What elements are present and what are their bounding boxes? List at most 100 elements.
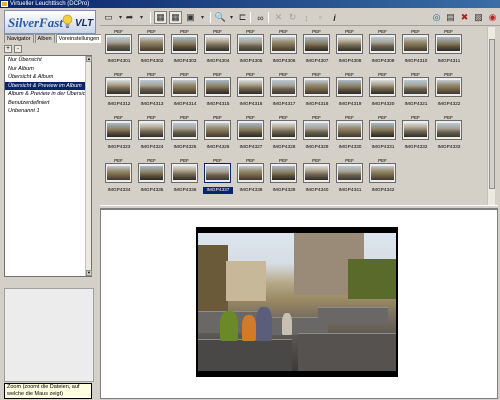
thumbnail[interactable]: PEF IMGP4314 [169,72,200,111]
thumbnail[interactable]: PEF IMGP4305 [235,29,266,68]
list-item[interactable]: Album & Preview in der Übersicht [5,90,91,99]
thumbnail[interactable]: PEF IMGP4337 [202,158,233,197]
thumbnail[interactable]: PEF IMGP4342 [367,158,398,197]
thumbnail[interactable]: PEF IMGP4339 [268,158,299,197]
thumbnail[interactable]: PEF IMGP4330 [334,115,365,154]
lightbulb-icon [62,14,73,28]
thumbnail[interactable]: PEF IMGP4319 [334,72,365,111]
format-icon[interactable]: ≡ [314,11,327,24]
list-item[interactable]: Übersicht & Preview im Album [5,81,91,90]
thumbnail[interactable]: PEF IMGP4315 [202,72,233,111]
list-item[interactable]: Übersicht & Album [5,73,91,82]
thumbnail-frame [435,77,462,97]
scroll-down-icon[interactable]: ▼ [86,270,92,276]
list-item[interactable]: Nur Übersicht [5,56,91,65]
sort-icon[interactable]: ↕ [300,11,313,24]
thumbnail-image [305,80,328,94]
thumbnail[interactable]: PEF IMGP4341 [334,158,365,197]
thumbnail[interactable]: PEF IMGP4336 [169,158,200,197]
thumbnail-frame [336,34,363,54]
thumbnail[interactable]: PEF IMGP4301 [103,29,134,68]
add-preset-button[interactable]: + [4,45,12,53]
dropdown-arrow-icon[interactable]: ▾ [196,11,209,24]
globe-icon[interactable]: ◎ [430,11,443,24]
list-item[interactable]: Nur Album [5,65,91,74]
thumbnail[interactable]: PEF IMGP4306 [268,29,299,68]
dropdown-arrow-icon[interactable]: ▾ [135,11,148,24]
thumbnail-image [239,123,262,137]
image-icon[interactable]: ▨ [472,11,485,24]
tab-voreinstellungen[interactable]: Voreinstellungen [55,34,103,43]
thumbnail[interactable]: PEF IMGP4332 [400,115,431,154]
thumbnail-frame [171,120,198,140]
list-scrollbar[interactable]: ▲ ▼ [85,56,92,276]
thumbnail[interactable]: PEF IMGP4318 [301,72,332,111]
thumbnail-image [437,80,460,94]
thumbnail[interactable]: PEF IMGP4313 [136,72,167,111]
thumbnail[interactable]: PEF IMGP4320 [367,72,398,111]
thumbnail-image [206,123,229,137]
thumbnail[interactable]: PEF IMGP4309 [367,29,398,68]
thumbnail-filename: IMGP4318 [302,101,332,108]
remove-preset-button[interactable]: - [14,45,22,53]
thumbnail[interactable]: PEF IMGP4323 [103,115,134,154]
thumbnail[interactable]: PEF IMGP4312 [103,72,134,111]
thumbnail[interactable]: PEF IMGP4340 [301,158,332,197]
thumbnail[interactable]: PEF IMGP4311 [433,29,464,68]
clipboard-icon[interactable]: ▤ [444,11,457,24]
thumbnail[interactable]: PEF IMGP4321 [400,72,431,111]
thumbnail[interactable]: PEF IMGP4303 [169,29,200,68]
thumbnail[interactable]: PEF IMGP4310 [400,29,431,68]
stele [298,333,396,371]
photo-scene [198,233,396,371]
thumbnail-frame [138,163,165,183]
thumbnail[interactable]: PEF IMGP4333 [433,115,464,154]
rotate-icon[interactable]: ↻ [286,11,299,24]
crop-icon[interactable]: ⊏ [236,11,249,24]
thumbnail[interactable]: PEF IMGP4316 [235,72,266,111]
thumbnail[interactable]: PEF IMGP4302 [136,29,167,68]
tab-navigator[interactable]: Navigator [4,34,34,43]
scrollbar-thumb[interactable] [489,39,495,189]
list-item[interactable]: Unbenannt 1 [5,107,91,116]
thumbnail[interactable]: PEF IMGP4329 [301,115,332,154]
thumbnail[interactable]: PEF IMGP4334 [103,158,134,197]
thumbnail[interactable]: PEF IMGP4307 [301,29,332,68]
thumbnail-image [437,37,460,51]
thumbnail-frame [270,163,297,183]
thumbnail[interactable]: PEF IMGP4304 [202,29,233,68]
thumbnail[interactable]: PEF IMGP4335 [136,158,167,197]
preview-photo[interactable] [196,227,398,377]
grid-scrollbar[interactable] [487,27,495,205]
thumbnail-filename: IMGP4315 [203,101,233,108]
thumbnail[interactable]: PEF IMGP4325 [169,115,200,154]
thumbnail[interactable]: PEF IMGP4327 [235,115,266,154]
thumbnail[interactable]: PEF IMGP4322 [433,72,464,111]
scroll-up-icon[interactable]: ▲ [86,56,92,62]
thumbnail[interactable]: PEF IMGP4308 [334,29,365,68]
thumbnail[interactable]: PEF IMGP4324 [136,115,167,154]
grid-small-icon[interactable]: ▦ [154,11,167,24]
thumbnail-filename: IMGP4314 [170,101,200,108]
thumbnail-image [272,37,295,51]
info-icon[interactable]: i [328,11,341,24]
list-item[interactable]: Benutzerdefiniert [5,99,91,108]
thumbnail[interactable]: PEF IMGP4317 [268,72,299,111]
grid-large-icon[interactable]: ▦ [169,11,182,24]
preset-buttons: + - [4,45,24,53]
eye-icon[interactable]: ◉ [486,11,499,24]
thumbnail-filename: IMGP4340 [302,187,332,194]
thumbnail[interactable]: PEF IMGP4331 [367,115,398,154]
thumbnail-image [173,80,196,94]
thumbnail[interactable]: PEF IMGP4338 [235,158,266,197]
tab-alben[interactable]: Alben [34,34,55,43]
delete-icon[interactable]: ✖ [458,11,471,24]
thumbnail-frame [402,120,429,140]
binoculars-icon[interactable]: ∞ [254,11,267,24]
navigator-panel [4,288,94,382]
thumbnail-image [272,123,295,137]
thumbnail[interactable]: PEF IMGP4326 [202,115,233,154]
thumbnail-image [107,80,130,94]
thumbnail[interactable]: PEF IMGP4328 [268,115,299,154]
close-x-icon[interactable]: ✕ [272,11,285,24]
